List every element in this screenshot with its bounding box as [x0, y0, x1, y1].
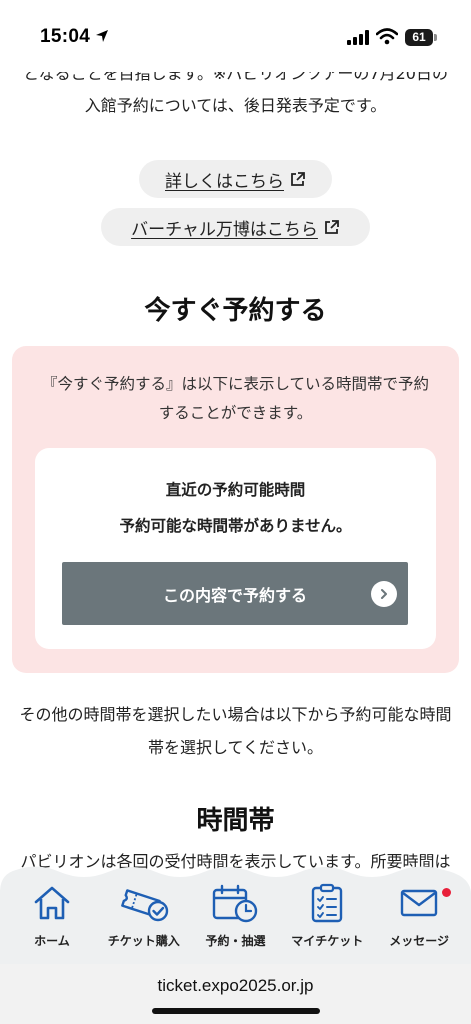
external-link-icon [325, 220, 339, 234]
tab-buy-ticket-label: チケット購入 [107, 934, 180, 948]
details-link-label: 詳しくはこちら [165, 171, 284, 192]
tab-messages[interactable]: メッセージ [373, 882, 465, 962]
reserve-with-this-button[interactable]: この内容で予約する [62, 562, 408, 625]
home-icon [34, 886, 70, 920]
virtual-expo-link[interactable]: バーチャル万博はこちら [101, 208, 370, 246]
mail-icon [400, 889, 438, 917]
chevron-right-icon [371, 581, 397, 607]
home-indicator [152, 1008, 320, 1014]
reserve-button-label: この内容で予約する [162, 585, 307, 605]
unread-badge [441, 888, 451, 897]
no-slot-message: 予約可能な時間帯がありません。 [119, 517, 352, 535]
clipboard-list-icon [312, 883, 343, 923]
browser-url-bar[interactable]: ticket.expo2025.or.jp [0, 964, 471, 1024]
nearest-slot-card: 直近の予約可能時間 予約可能な時間帯がありません。 この内容で予約する [35, 448, 436, 649]
tab-my-ticket-label: マイチケット [291, 934, 364, 948]
bottom-tab-bar: ホーム チケット購入 予約・抽選 マイチケット メッセージ [0, 864, 471, 964]
tab-reserve-lottery-label: 予約・抽選 [205, 934, 266, 948]
details-link[interactable]: 詳しくはこちら [139, 160, 332, 198]
tab-messages-label: メッセージ [389, 934, 449, 948]
time-slots-title: 時間帯 [196, 806, 275, 836]
tab-items: ホーム チケット購入 予約・抽選 マイチケット メッセージ [0, 882, 471, 962]
location-arrow-icon [96, 30, 108, 42]
other-slots-paragraph: その他の時間帯を選択したい場合は以下から予約可能な時間帯を選択してください。 [19, 705, 452, 757]
tab-reserve-lottery[interactable]: 予約・抽選 [190, 882, 282, 962]
battery-icon: 61 [405, 29, 433, 46]
status-bar: 15:04 61 [0, 0, 471, 72]
tab-buy-ticket[interactable]: チケット購入 [98, 882, 190, 962]
url-text: ticket.expo2025.or.jp [157, 976, 314, 995]
status-time: 15:04 [40, 26, 91, 47]
battery-tip [434, 34, 437, 41]
nearest-slot-title: 直近の予約可能時間 [165, 481, 306, 499]
tab-home-label: ホーム [34, 934, 70, 948]
reserve-now-panel: 『今すぐ予約する』は以下に表示している時間帯で予約することができます。 直近の予… [12, 346, 459, 673]
calendar-clock-icon [213, 884, 258, 923]
cellular-signal-icon [347, 30, 369, 45]
virtual-expo-link-label: バーチャル万博はこちら [131, 219, 318, 240]
ticket-check-icon [120, 889, 168, 922]
reserve-now-description: 『今すぐ予約する』は以下に表示している時間帯で予約することができます。 [41, 375, 430, 422]
wifi-icon [376, 28, 398, 45]
tab-my-ticket[interactable]: マイチケット [281, 882, 373, 962]
external-link-icon [291, 172, 305, 186]
reserve-now-title: 今すぐ予約する [144, 296, 327, 326]
tab-home[interactable]: ホーム [6, 882, 98, 962]
